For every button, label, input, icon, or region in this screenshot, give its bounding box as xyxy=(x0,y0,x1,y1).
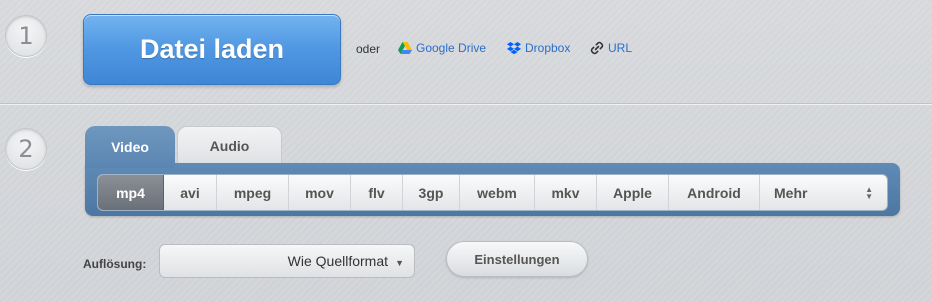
format-3gp[interactable]: 3gp xyxy=(403,175,460,210)
format-panel: mp4 avi mpeg mov flv 3gp webm mkv Apple … xyxy=(85,163,900,216)
url-link[interactable]: URL xyxy=(590,41,632,55)
dropbox-label: Dropbox xyxy=(525,41,571,55)
format-section: 2 Audio mp4 avi mpeg mov flv 3gp webm mk… xyxy=(0,105,932,302)
upload-file-button[interactable]: Datei laden xyxy=(83,14,341,85)
dropbox-link[interactable]: Dropbox xyxy=(507,41,570,55)
google-drive-label: Google Drive xyxy=(416,41,487,55)
url-label: URL xyxy=(608,41,633,55)
format-mpeg[interactable]: mpeg xyxy=(217,175,289,210)
resolution-select[interactable]: Wie Quellformat ▼ xyxy=(159,244,415,278)
google-drive-icon xyxy=(398,42,412,54)
resolution-selected-value: Wie Quellformat xyxy=(287,253,388,269)
format-flv[interactable]: flv xyxy=(351,175,403,210)
tab-audio[interactable]: Audio xyxy=(177,126,282,164)
dropbox-icon xyxy=(507,42,521,55)
settings-button[interactable]: Einstellungen xyxy=(446,241,588,277)
step-number-2: 2 xyxy=(5,128,47,170)
tab-video[interactable]: Video xyxy=(85,126,175,168)
format-selector: mp4 avi mpeg mov flv 3gp webm mkv Apple … xyxy=(97,174,888,211)
resolution-label: Auflösung: xyxy=(83,257,147,271)
or-label: oder xyxy=(356,42,381,56)
sort-arrows-icon: ▲ ▼ xyxy=(865,185,873,201)
format-mov[interactable]: mov xyxy=(289,175,351,210)
format-mp4[interactable]: mp4 xyxy=(98,175,164,210)
google-drive-link[interactable]: Google Drive xyxy=(398,41,486,55)
format-avi[interactable]: avi xyxy=(164,175,217,210)
format-more-dropdown[interactable]: Mehr ▲ ▼ xyxy=(760,175,887,210)
link-icon xyxy=(590,41,604,55)
chevron-down-icon: ▼ xyxy=(395,258,404,268)
upload-section: 1 Datei laden oder Google Drive Dropbox … xyxy=(0,0,932,104)
format-apple[interactable]: Apple xyxy=(597,175,669,210)
format-webm[interactable]: webm xyxy=(460,175,535,210)
step-number-1: 1 xyxy=(5,15,47,57)
format-mkv[interactable]: mkv xyxy=(535,175,597,210)
format-more-label: Mehr xyxy=(774,184,808,201)
format-android[interactable]: Android xyxy=(669,175,760,210)
